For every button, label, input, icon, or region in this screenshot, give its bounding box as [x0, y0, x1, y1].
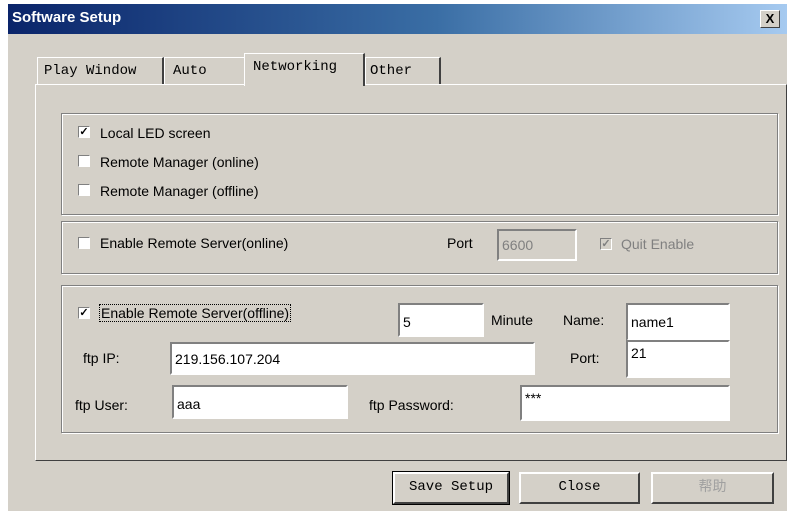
tab-networking[interactable]: Networking	[244, 53, 365, 86]
save-setup-button[interactable]: Save Setup	[392, 471, 510, 505]
tab-auto[interactable]: Auto	[164, 57, 248, 85]
software-setup-dialog: Software Setup X Play Window Auto Networ…	[8, 4, 787, 511]
title-bar: Software Setup X	[8, 4, 787, 34]
window-title: Software Setup	[12, 9, 122, 26]
networking-panel	[35, 84, 787, 461]
tab-other[interactable]: Other	[365, 57, 441, 85]
tab-play-window[interactable]: Play Window	[37, 57, 164, 85]
close-window-button[interactable]: X	[760, 10, 780, 28]
close-button[interactable]: Close	[519, 472, 640, 504]
help-button[interactable]: 帮助	[651, 472, 774, 504]
